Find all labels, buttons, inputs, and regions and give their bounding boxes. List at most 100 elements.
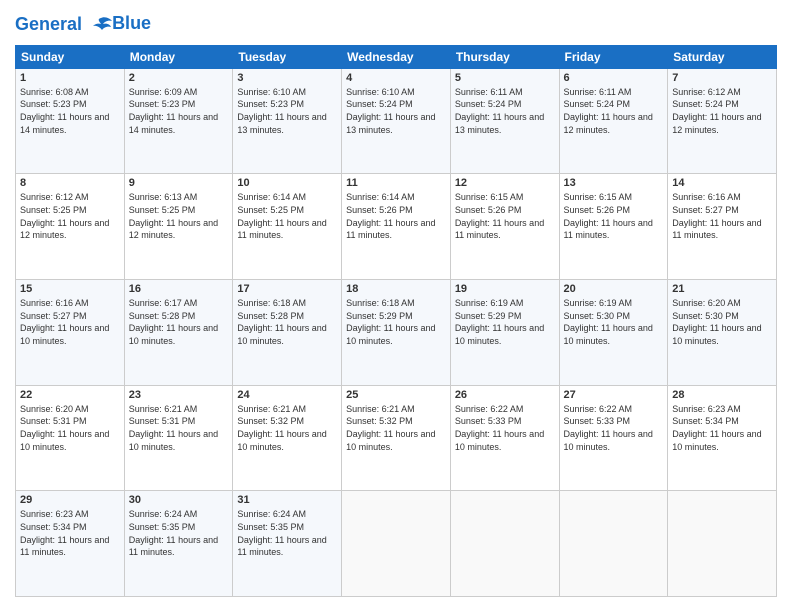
calendar-cell: 3 Sunrise: 6:10 AMSunset: 5:23 PMDaylight… [233, 68, 342, 174]
week-row-3: 15 Sunrise: 6:16 AMSunset: 5:27 PMDayligh… [16, 280, 777, 386]
day-number: 18 [346, 283, 446, 295]
day-number: 15 [20, 283, 120, 295]
calendar-cell: 7Sunrise: 6:12 AMSunset: 5:24 PMDaylight… [668, 68, 777, 174]
day-number: 31 [237, 494, 337, 506]
calendar-cell: 12Sunrise: 6:15 AMSunset: 5:26 PMDayligh… [450, 174, 559, 280]
calendar-cell: 4 Sunrise: 6:10 AMSunset: 5:24 PMDaylight… [342, 68, 451, 174]
day-number: 29 [20, 494, 120, 506]
calendar-cell: 24Sunrise: 6:21 AMSunset: 5:32 PMDayligh… [233, 385, 342, 491]
day-info: Sunrise: 6:21 AMSunset: 5:32 PMDaylight:… [237, 403, 337, 453]
calendar-cell: 1Sunrise: 6:08 AMSunset: 5:23 PMDaylight… [16, 68, 125, 174]
day-info: Sunrise: 6:20 AMSunset: 5:31 PMDaylight:… [20, 403, 120, 453]
day-info: Sunrise: 6:16 AMSunset: 5:27 PMDaylight:… [20, 297, 120, 347]
day-info: Sunrise: 6:13 AMSunset: 5:25 PMDaylight:… [129, 191, 229, 241]
page: General Blue SundayMondayTuesdayWednesda… [0, 0, 792, 612]
day-number: 6 [564, 72, 664, 84]
calendar-cell: 13Sunrise: 6:15 AMSunset: 5:26 PMDayligh… [559, 174, 668, 280]
day-info: Sunrise: 6:18 AMSunset: 5:28 PMDaylight:… [237, 297, 337, 347]
day-info: Sunrise: 6:09 AMSunset: 5:23 PMDaylight:… [129, 86, 229, 136]
calendar-cell: 16 Sunrise: 6:17 AMSunset: 5:28 PMDayligh… [124, 280, 233, 386]
calendar-cell: 8 Sunrise: 6:12 AMSunset: 5:25 PMDaylight… [16, 174, 125, 280]
header-day-thursday: Thursday [450, 45, 559, 68]
day-info: Sunrise: 6:22 AMSunset: 5:33 PMDaylight:… [455, 403, 555, 453]
day-number: 28 [672, 389, 772, 401]
day-number: 3 [237, 72, 337, 84]
calendar-cell: 27 Sunrise: 6:22 AMSunset: 5:33 PMDayligh… [559, 385, 668, 491]
day-number: 1 [20, 72, 120, 84]
day-number: 16 [129, 283, 229, 295]
calendar-table: SundayMondayTuesdayWednesdayThursdayFrid… [15, 45, 777, 597]
day-number: 23 [129, 389, 229, 401]
day-info: Sunrise: 6:11 AMSunset: 5:24 PMDaylight:… [564, 86, 664, 136]
day-number: 9 [129, 177, 229, 189]
day-number: 20 [564, 283, 664, 295]
day-number: 30 [129, 494, 229, 506]
logo-bird-icon [90, 16, 112, 34]
calendar-cell: 21Sunrise: 6:20 AMSunset: 5:30 PMDayligh… [668, 280, 777, 386]
day-number: 12 [455, 177, 555, 189]
day-info: Sunrise: 6:24 AMSunset: 5:35 PMDaylight:… [237, 508, 337, 558]
header: General Blue [15, 15, 777, 35]
calendar-cell [450, 491, 559, 597]
day-info: Sunrise: 6:21 AMSunset: 5:31 PMDaylight:… [129, 403, 229, 453]
day-number: 7 [672, 72, 772, 84]
day-info: Sunrise: 6:21 AMSunset: 5:32 PMDaylight:… [346, 403, 446, 453]
day-number: 27 [564, 389, 664, 401]
day-info: Sunrise: 6:14 AMSunset: 5:25 PMDaylight:… [237, 191, 337, 241]
calendar-cell: 28 Sunrise: 6:23 AMSunset: 5:34 PMDayligh… [668, 385, 777, 491]
logo-general: General [15, 15, 112, 35]
day-info: Sunrise: 6:10 AMSunset: 5:23 PMDaylight:… [237, 86, 337, 136]
day-info: Sunrise: 6:19 AMSunset: 5:29 PMDaylight:… [455, 297, 555, 347]
calendar-cell: 15 Sunrise: 6:16 AMSunset: 5:27 PMDayligh… [16, 280, 125, 386]
day-info: Sunrise: 6:24 AMSunset: 5:35 PMDaylight:… [129, 508, 229, 558]
day-number: 2 [129, 72, 229, 84]
day-number: 22 [20, 389, 120, 401]
calendar-cell: 9 Sunrise: 6:13 AMSunset: 5:25 PMDaylight… [124, 174, 233, 280]
day-number: 11 [346, 177, 446, 189]
week-row-5: 29 Sunrise: 6:23 AMSunset: 5:34 PMDayligh… [16, 491, 777, 597]
calendar-header: SundayMondayTuesdayWednesdayThursdayFrid… [16, 45, 777, 68]
calendar-cell: 6 Sunrise: 6:11 AMSunset: 5:24 PMDaylight… [559, 68, 668, 174]
calendar-body: 1Sunrise: 6:08 AMSunset: 5:23 PMDaylight… [16, 68, 777, 596]
calendar-cell: 25Sunrise: 6:21 AMSunset: 5:32 PMDayligh… [342, 385, 451, 491]
calendar-cell: 11Sunrise: 6:14 AMSunset: 5:26 PMDayligh… [342, 174, 451, 280]
header-day-sunday: Sunday [16, 45, 125, 68]
day-info: Sunrise: 6:11 AMSunset: 5:24 PMDaylight:… [455, 86, 555, 136]
day-info: Sunrise: 6:23 AMSunset: 5:34 PMDaylight:… [672, 403, 772, 453]
calendar-cell: 20 Sunrise: 6:19 AMSunset: 5:30 PMDayligh… [559, 280, 668, 386]
day-info: Sunrise: 6:12 AMSunset: 5:25 PMDaylight:… [20, 191, 120, 241]
header-day-saturday: Saturday [668, 45, 777, 68]
calendar-cell [342, 491, 451, 597]
calendar-cell: 26 Sunrise: 6:22 AMSunset: 5:33 PMDayligh… [450, 385, 559, 491]
header-day-monday: Monday [124, 45, 233, 68]
day-info: Sunrise: 6:17 AMSunset: 5:28 PMDaylight:… [129, 297, 229, 347]
logo: General Blue [15, 15, 151, 35]
day-info: Sunrise: 6:23 AMSunset: 5:34 PMDaylight:… [20, 508, 120, 558]
day-number: 14 [672, 177, 772, 189]
calendar-cell: 23 Sunrise: 6:21 AMSunset: 5:31 PMDayligh… [124, 385, 233, 491]
calendar-cell: 5Sunrise: 6:11 AMSunset: 5:24 PMDaylight… [450, 68, 559, 174]
day-info: Sunrise: 6:22 AMSunset: 5:33 PMDaylight:… [564, 403, 664, 453]
day-number: 26 [455, 389, 555, 401]
day-info: Sunrise: 6:10 AMSunset: 5:24 PMDaylight:… [346, 86, 446, 136]
day-number: 17 [237, 283, 337, 295]
day-info: Sunrise: 6:15 AMSunset: 5:26 PMDaylight:… [564, 191, 664, 241]
day-info: Sunrise: 6:19 AMSunset: 5:30 PMDaylight:… [564, 297, 664, 347]
header-day-tuesday: Tuesday [233, 45, 342, 68]
calendar-cell: 29 Sunrise: 6:23 AMSunset: 5:34 PMDayligh… [16, 491, 125, 597]
calendar-cell: 31 Sunrise: 6:24 AMSunset: 5:35 PMDayligh… [233, 491, 342, 597]
day-number: 4 [346, 72, 446, 84]
calendar-cell: 22 Sunrise: 6:20 AMSunset: 5:31 PMDayligh… [16, 385, 125, 491]
day-number: 8 [20, 177, 120, 189]
header-day-wednesday: Wednesday [342, 45, 451, 68]
week-row-4: 22 Sunrise: 6:20 AMSunset: 5:31 PMDayligh… [16, 385, 777, 491]
calendar-cell: 17 Sunrise: 6:18 AMSunset: 5:28 PMDayligh… [233, 280, 342, 386]
calendar-cell: 2 Sunrise: 6:09 AMSunset: 5:23 PMDaylight… [124, 68, 233, 174]
day-info: Sunrise: 6:20 AMSunset: 5:30 PMDaylight:… [672, 297, 772, 347]
logo-blue-text: Blue [112, 14, 151, 34]
day-number: 10 [237, 177, 337, 189]
calendar-cell [668, 491, 777, 597]
week-row-1: 1Sunrise: 6:08 AMSunset: 5:23 PMDaylight… [16, 68, 777, 174]
day-info: Sunrise: 6:18 AMSunset: 5:29 PMDaylight:… [346, 297, 446, 347]
header-day-friday: Friday [559, 45, 668, 68]
